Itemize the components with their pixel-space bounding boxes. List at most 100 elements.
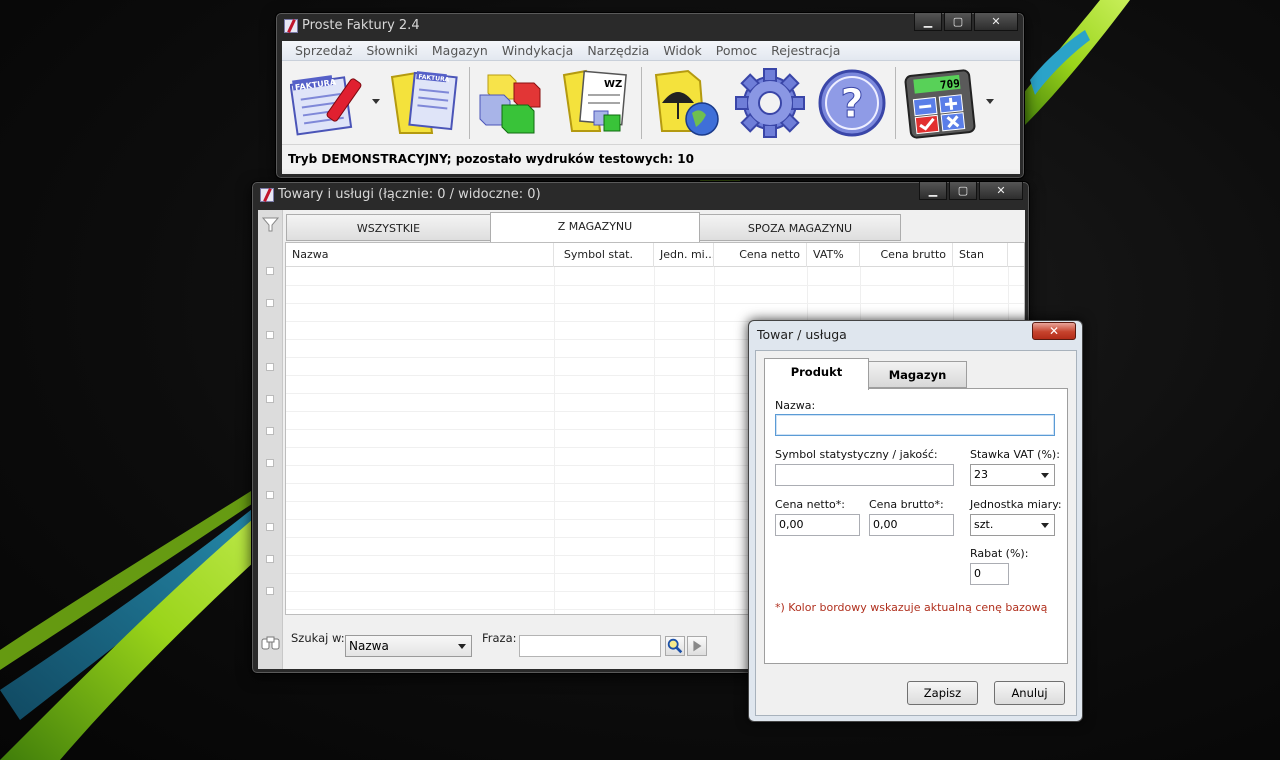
table-header: Nazwa Symbol stat. Jedn. mi... Cena nett…	[286, 243, 1024, 267]
row-selector-strip	[258, 210, 283, 669]
help-icon-label: ?	[840, 81, 863, 127]
menu-item-narzedzia[interactable]: Narzędzia	[580, 41, 656, 60]
maximize-button[interactable]: ▢	[949, 182, 977, 200]
vat-label: Stawka VAT (%):	[970, 448, 1060, 461]
tab-magazyn[interactable]: Magazyn	[868, 361, 967, 388]
net-price-label: Cena netto*:	[775, 498, 845, 511]
symbol-label: Symbol statystyczny / jakość:	[775, 448, 938, 461]
dialog-title: Towar / usługa	[757, 327, 847, 342]
menu-bar: Sprzedaż Słowniki Magazyn Windykacja Nar…	[282, 41, 1020, 61]
tab-wszystkie[interactable]: WSZYSTKIE	[286, 214, 491, 241]
symbol-input[interactable]	[775, 464, 954, 486]
close-button[interactable]: ✕	[974, 13, 1018, 31]
window-controls: ▁ ▢ ✕	[917, 182, 1023, 200]
discount-label: Rabat (%):	[970, 547, 1029, 560]
column-header-stock[interactable]: Stan	[953, 243, 1008, 267]
row-selector[interactable]	[266, 427, 274, 435]
product-form: Nazwa: Symbol statystyczny / jakość: Sta…	[764, 388, 1068, 664]
column-header-symbol[interactable]: Symbol stat.	[554, 243, 654, 267]
menu-item-widok[interactable]: Widok	[656, 41, 708, 60]
menu-item-windykacja[interactable]: Windykacja	[495, 41, 581, 60]
row-divider	[286, 303, 1024, 304]
row-selector[interactable]	[266, 491, 274, 499]
dialog-body: Magazyn Produkt Nazwa: Symbol statystycz…	[755, 350, 1077, 716]
status-message: Tryb DEMONSTRACYJNY; pozostało wydruków …	[282, 145, 1020, 174]
column-header-net-price[interactable]: Cena netto	[714, 243, 807, 267]
unit-select[interactable]: szt.	[970, 514, 1055, 536]
discount-input[interactable]: 0	[970, 563, 1009, 585]
toolbar: FAKTURA FAKTURA WZ ? 709	[282, 61, 1020, 145]
calculator-dropdown-arrow[interactable]	[986, 99, 994, 104]
tab-produkt[interactable]: Produkt	[764, 358, 869, 390]
row-selector[interactable]	[266, 331, 274, 339]
wz-document-icon[interactable]: WZ	[560, 67, 636, 139]
app-icon	[260, 188, 274, 202]
warehouse-boxes-icon[interactable]	[476, 67, 552, 139]
search-field-select[interactable]: Nazwa	[345, 635, 472, 657]
minimize-button[interactable]: ▁	[914, 13, 942, 31]
row-selector[interactable]	[266, 299, 274, 307]
tab-spoza-magazynu[interactable]: SPOZA MAGAZYNU	[699, 214, 901, 241]
umbrella-folder-icon[interactable]	[648, 67, 724, 139]
toolbar-separator	[469, 67, 470, 139]
gross-price-label: Cena brutto*:	[869, 498, 944, 511]
phrase-input[interactable]	[519, 635, 661, 657]
column-header-unit[interactable]: Jedn. mi...	[654, 243, 714, 267]
calculator-icon-display: 709	[939, 77, 960, 92]
name-input[interactable]	[775, 414, 1055, 436]
maximize-button[interactable]: ▢	[944, 13, 972, 31]
wz-document-icon-label: WZ	[604, 79, 622, 90]
calculator-icon[interactable]: 709	[902, 67, 978, 139]
invoice-folder-icon[interactable]: FAKTURA	[386, 67, 462, 139]
column-header-nazwa[interactable]: Nazwa	[286, 243, 554, 267]
row-selector[interactable]	[266, 267, 274, 275]
app-icon	[284, 19, 298, 33]
phrase-label: Fraza:	[482, 631, 517, 645]
search-button[interactable]	[665, 636, 685, 656]
toolbar-separator	[641, 67, 642, 139]
save-button[interactable]: Zapisz	[907, 681, 978, 705]
tab-z-magazynu[interactable]: Z MAGAZYNU	[490, 212, 700, 242]
minimize-button[interactable]: ▁	[919, 182, 947, 200]
name-label: Nazwa:	[775, 399, 816, 412]
menu-item-sprzedaz[interactable]: Sprzedaż	[288, 41, 359, 60]
menu-item-rejestracja[interactable]: Rejestracja	[764, 41, 847, 60]
menu-item-slowniki[interactable]: Słowniki	[359, 41, 424, 60]
invoice-pen-icon[interactable]: FAKTURA	[290, 67, 366, 139]
dialog-close-button[interactable]: ✕	[1032, 322, 1076, 340]
gross-price-input[interactable]: 0,00	[869, 514, 954, 536]
row-selector[interactable]	[266, 555, 274, 563]
menu-item-pomoc[interactable]: Pomoc	[709, 41, 764, 60]
cancel-button[interactable]: Anuluj	[994, 681, 1065, 705]
window-controls: ▁ ▢ ✕	[912, 13, 1018, 31]
main-app-window: Proste Faktury 2.4 ▁ ▢ ✕ Sprzedaż Słowni…	[275, 12, 1025, 179]
column-header-vat[interactable]: VAT%	[807, 243, 860, 267]
row-selector[interactable]	[266, 395, 274, 403]
search-in-label: Szukaj w:	[291, 631, 345, 645]
column-header-gross-price[interactable]: Cena brutto	[860, 243, 953, 267]
unit-label: Jednostka miary:	[970, 498, 1062, 511]
help-icon[interactable]: ?	[814, 67, 890, 139]
vat-select[interactable]: 23	[970, 464, 1055, 486]
product-dialog: Towar / usługa ✕ Magazyn Produkt Nazwa: …	[748, 320, 1083, 722]
base-price-note: *) Kolor bordowy wskazuje aktualną cenę …	[775, 601, 1048, 614]
products-window-title: Towary i usługi (łącznie: 0 / widoczne: …	[278, 187, 541, 202]
column-divider	[554, 267, 555, 614]
row-divider	[286, 285, 1024, 286]
row-selector[interactable]	[266, 587, 274, 595]
net-price-input[interactable]: 0,00	[775, 514, 860, 536]
row-selector[interactable]	[266, 459, 274, 467]
invoice-dropdown-arrow[interactable]	[372, 99, 380, 104]
main-window-title: Proste Faktury 2.4	[302, 18, 420, 33]
close-button[interactable]: ✕	[979, 182, 1023, 200]
next-result-button[interactable]	[687, 636, 707, 656]
binoculars-icon	[261, 636, 280, 650]
row-selector[interactable]	[266, 523, 274, 531]
menu-item-magazyn[interactable]: Magazyn	[425, 41, 495, 60]
column-divider	[654, 267, 655, 614]
row-selector[interactable]	[266, 363, 274, 371]
filter-icon[interactable]	[262, 216, 279, 233]
settings-gear-icon[interactable]	[732, 67, 808, 139]
toolbar-separator	[895, 67, 896, 139]
column-divider	[714, 267, 715, 614]
